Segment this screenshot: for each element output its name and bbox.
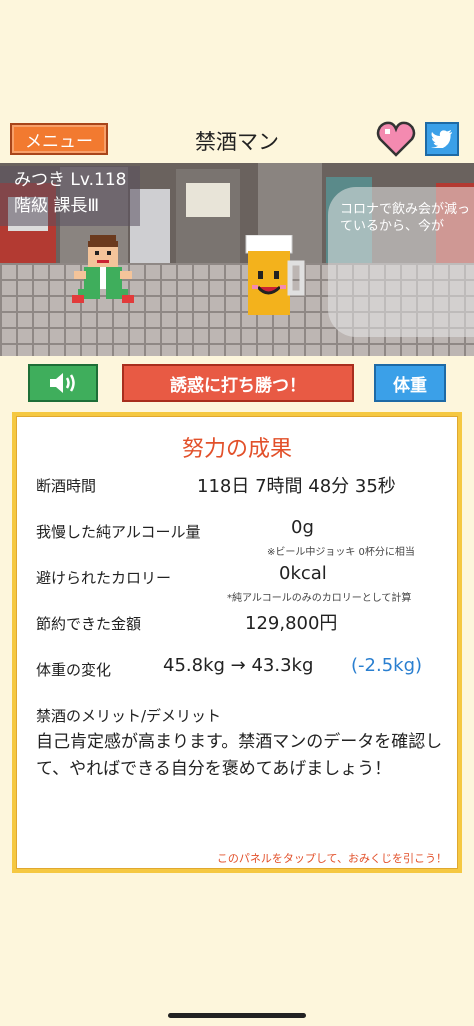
player-character[interactable] — [70, 233, 136, 313]
money-label: 節約できた金額 — [36, 615, 142, 633]
twitter-icon[interactable] — [425, 122, 459, 156]
results-panel-inner[interactable]: 努力の成果 断酒時間 118日 7時間 48分 35秒 我慢した純アルコール量 … — [16, 416, 458, 869]
calorie-value: 0kcal — [279, 563, 327, 584]
weight-change-diff: (-2.5kg) — [351, 655, 423, 676]
app-title: 禁酒マン — [195, 130, 279, 154]
panel-title: 努力の成果 — [181, 437, 292, 462]
weight-button[interactable]: 体重 — [374, 364, 446, 402]
speech-bubble-text: コロナで飲み会が減っているから、今が — [340, 202, 471, 234]
player-rank: 階級 課長Ⅲ — [14, 196, 100, 216]
merit-label: 禁酒のメリット/デメリット — [36, 707, 222, 725]
alcohol-label: 我慢した純アルコール量 — [36, 523, 201, 541]
heart-icon[interactable] — [376, 121, 416, 157]
abstinence-label: 断酒時間 — [36, 477, 97, 495]
alcohol-note: ※ビール中ジョッキ 0杯分に相当 — [267, 547, 415, 558]
calorie-note: *純アルコールのみのカロリーとして計算 — [227, 593, 412, 604]
weight-change-value: 45.8kg → 43.3kg — [163, 655, 314, 676]
menu-button[interactable]: メニュー — [10, 123, 108, 155]
beer-mug-character[interactable] — [240, 234, 310, 325]
money-value: 129,800円 — [245, 613, 338, 634]
home-indicator[interactable] — [168, 1013, 306, 1018]
weight-change-label: 体重の変化 — [36, 661, 112, 679]
omikuji-hint[interactable]: このパネルをタップして、おみくじを引こう！ — [17, 850, 447, 866]
calorie-label: 避けられたカロリー — [36, 569, 172, 587]
speaker-icon — [50, 373, 75, 393]
abstinence-value: 118日 7時間 48分 35秒 — [197, 476, 396, 497]
results-panel[interactable]: 努力の成果 断酒時間 118日 7時間 48分 35秒 我慢した純アルコール量 … — [12, 412, 462, 873]
game-scene[interactable]: みつき Lv.118 階級 課長Ⅲ コロナで飲み会が減っているから、今が — [0, 163, 474, 356]
player-name: みつき Lv.118 — [14, 170, 127, 190]
vending-window — [186, 183, 230, 217]
alcohol-value: 0g — [291, 517, 314, 538]
sound-button[interactable] — [28, 364, 98, 402]
merit-text: 自己肯定感が高まります。禁酒マンのデータを確認して、やればできる自分を褒めてあげ… — [36, 732, 443, 779]
tempt-button[interactable]: 誘惑に打ち勝つ！ — [122, 364, 354, 402]
